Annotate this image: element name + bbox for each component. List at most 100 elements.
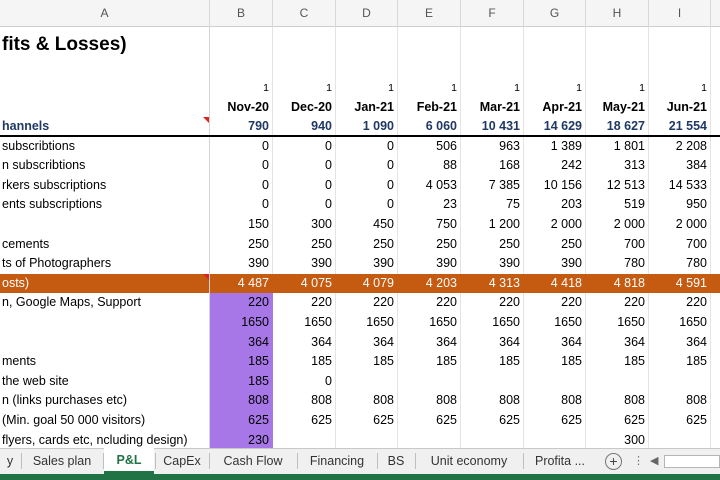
value-cell[interactable] — [524, 431, 586, 448]
row-label[interactable]: osts) — [0, 273, 210, 294]
row-label[interactable]: the web site — [0, 371, 210, 392]
row-label[interactable]: n (links purchases etc) — [0, 391, 210, 411]
value-cell[interactable]: 10 431 — [461, 117, 524, 135]
value-cell[interactable]: 1650 — [461, 313, 524, 333]
period-flag-cell[interactable]: 1 — [461, 80, 524, 97]
value-cell[interactable]: 4 203 — [398, 274, 461, 294]
add-sheet-icon[interactable]: + — [605, 453, 622, 470]
month-header-cell[interactable]: Nov-20 — [210, 97, 273, 117]
value-cell[interactable]: 390 — [461, 254, 524, 274]
value-cell[interactable]: 0 — [336, 176, 398, 196]
value-cell[interactable]: 1650 — [273, 313, 336, 333]
sheet-title[interactable]: fits & Losses) — [0, 32, 210, 58]
value-cell[interactable]: 0 — [336, 195, 398, 215]
value-cell[interactable]: 1 801 — [586, 137, 649, 157]
value-cell[interactable]: 808 — [524, 391, 586, 411]
value-cell[interactable]: 185 — [649, 352, 711, 372]
value-cell[interactable]: 14 629 — [524, 117, 586, 135]
value-cell[interactable]: 220 — [273, 293, 336, 313]
value-cell[interactable]: 0 — [210, 137, 273, 157]
value-cell[interactable]: 390 — [524, 254, 586, 274]
value-cell[interactable]: 14 533 — [649, 176, 711, 196]
value-cell[interactable]: 88 — [398, 156, 461, 176]
period-flag-cell[interactable]: 1 — [273, 80, 336, 97]
value-cell[interactable]: 384 — [649, 156, 711, 176]
period-flag-cell[interactable]: 1 — [210, 80, 273, 97]
value-cell[interactable]: 625 — [398, 411, 461, 431]
value-cell[interactable]: 4 818 — [586, 274, 649, 294]
value-cell[interactable]: 750 — [398, 215, 461, 235]
value-cell[interactable]: 2 208 — [649, 137, 711, 157]
value-cell[interactable]: 21 554 — [649, 117, 711, 135]
row-label[interactable]: hannels — [0, 117, 210, 135]
value-cell[interactable]: 0 — [336, 156, 398, 176]
column-header-e[interactable]: E — [398, 0, 461, 27]
value-cell[interactable]: 2 000 — [586, 215, 649, 235]
value-cell[interactable]: 10 156 — [524, 176, 586, 196]
value-cell[interactable]: 364 — [210, 332, 273, 353]
scroll-options-icon[interactable]: ⋮ — [633, 453, 644, 470]
row-label[interactable]: rkers subscriptions — [0, 175, 210, 196]
value-cell[interactable]: 12 513 — [586, 176, 649, 196]
value-cell[interactable]: 700 — [649, 235, 711, 255]
value-cell[interactable]: 625 — [649, 411, 711, 431]
value-cell[interactable]: 220 — [524, 293, 586, 313]
row-label[interactable]: flyers, cards etc, ncluding design) — [0, 430, 210, 448]
tab-pl[interactable]: P&L — [104, 448, 154, 474]
value-cell[interactable]: 1650 — [586, 313, 649, 333]
month-header-cell[interactable]: Jan-21 — [336, 97, 398, 117]
column-header-f[interactable]: F — [461, 0, 524, 27]
row-label[interactable] — [0, 215, 210, 235]
period-flag-cell[interactable]: 1 — [398, 80, 461, 97]
month-header-cell[interactable]: Mar-21 — [461, 97, 524, 117]
value-cell[interactable]: 4 591 — [649, 274, 711, 294]
value-cell[interactable] — [524, 372, 586, 392]
value-cell[interactable]: 808 — [398, 391, 461, 411]
value-cell[interactable]: 700 — [586, 235, 649, 255]
spreadsheet-grid[interactable]: A B C D E F G H I fits & Losses) 1111111… — [0, 0, 720, 448]
value-cell[interactable] — [649, 431, 711, 448]
tab-profitability[interactable]: Profita ... — [524, 449, 596, 473]
value-cell[interactable]: 4 053 — [398, 176, 461, 196]
value-cell[interactable]: 450 — [336, 215, 398, 235]
value-cell[interactable]: 364 — [649, 333, 711, 353]
month-header-cell[interactable]: Apr-21 — [524, 97, 586, 117]
value-cell[interactable] — [336, 431, 398, 448]
row-label[interactable]: n, Google Maps, Support — [0, 293, 210, 313]
value-cell[interactable]: 242 — [524, 156, 586, 176]
value-cell[interactable]: 185 — [210, 371, 273, 392]
value-cell[interactable]: 1650 — [524, 313, 586, 333]
value-cell[interactable]: 250 — [210, 235, 273, 255]
tab-sales-plan[interactable]: Sales plan — [22, 449, 102, 473]
value-cell[interactable]: 0 — [210, 195, 273, 215]
row-label[interactable] — [0, 332, 210, 353]
value-cell[interactable]: 220 — [210, 293, 273, 313]
value-cell[interactable]: 519 — [586, 195, 649, 215]
value-cell[interactable]: 808 — [336, 391, 398, 411]
value-cell[interactable]: 1650 — [398, 313, 461, 333]
scroll-left-icon[interactable]: ◀ — [650, 453, 658, 470]
value-cell[interactable] — [461, 431, 524, 448]
row-label[interactable]: n subscribtions — [0, 156, 210, 176]
value-cell[interactable]: 203 — [524, 195, 586, 215]
value-cell[interactable]: 185 — [586, 352, 649, 372]
value-cell[interactable]: 4 079 — [336, 274, 398, 294]
value-cell[interactable]: 0 — [273, 195, 336, 215]
value-cell[interactable]: 7 385 — [461, 176, 524, 196]
value-cell[interactable]: 250 — [461, 235, 524, 255]
row-label[interactable]: (Min. goal 50 000 visitors) — [0, 411, 210, 431]
value-cell[interactable]: 625 — [586, 411, 649, 431]
value-cell[interactable]: 220 — [649, 293, 711, 313]
value-cell[interactable]: 808 — [273, 391, 336, 411]
value-cell[interactable]: 0 — [336, 137, 398, 157]
value-cell[interactable]: 0 — [273, 137, 336, 157]
row-label[interactable] — [0, 313, 210, 333]
period-flag-cell[interactable]: 1 — [524, 80, 586, 97]
value-cell[interactable]: 300 — [586, 431, 649, 448]
value-cell[interactable]: 0 — [273, 372, 336, 392]
value-cell[interactable]: 250 — [524, 235, 586, 255]
tab-unit-economy[interactable]: Unit economy — [416, 449, 522, 473]
value-cell[interactable]: 4 075 — [273, 274, 336, 294]
value-cell[interactable]: 250 — [273, 235, 336, 255]
row-label[interactable]: subscribtions — [0, 136, 210, 157]
